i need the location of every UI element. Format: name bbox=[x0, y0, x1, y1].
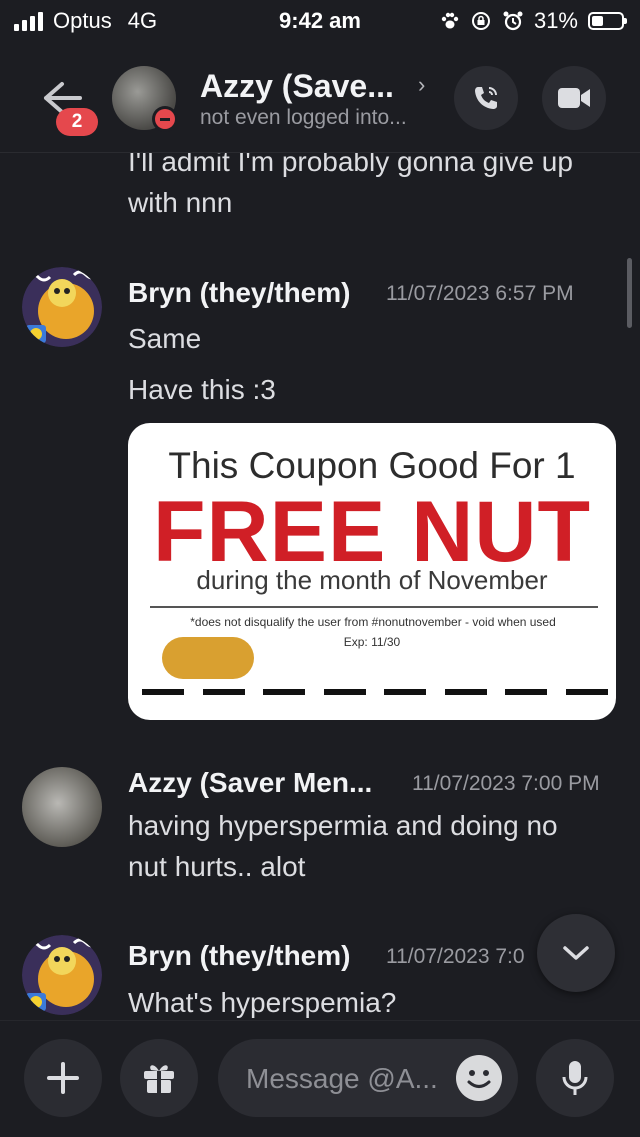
battery-icon bbox=[588, 12, 627, 30]
peanut-icon bbox=[162, 637, 254, 679]
plus-icon bbox=[47, 1062, 79, 1094]
coupon-heading: This Coupon Good For 1 bbox=[168, 445, 576, 486]
chat-header: 2 Azzy (Save... › not even logged into..… bbox=[0, 44, 640, 153]
rotation-lock-icon bbox=[471, 12, 490, 30]
message-input[interactable]: Message @A... bbox=[218, 1039, 518, 1117]
paw-icon bbox=[441, 12, 459, 29]
gift-button[interactable] bbox=[120, 1039, 198, 1117]
chevron-right-icon[interactable]: › bbox=[418, 72, 425, 98]
alarm-icon bbox=[503, 11, 523, 31]
avatar[interactable] bbox=[22, 267, 102, 347]
message-line: Have this :3 bbox=[128, 374, 276, 405]
message-timestamp: 11/07/2023 7:00 PM bbox=[412, 772, 600, 795]
jump-to-latest-button[interactable] bbox=[537, 914, 615, 992]
message-line: nut hurts.. alot bbox=[128, 851, 306, 882]
attach-button[interactable] bbox=[24, 1039, 102, 1117]
message-placeholder: Message @A... bbox=[246, 1063, 438, 1094]
message-line: with nnn bbox=[128, 187, 233, 218]
message-list[interactable]: I'll admit I'm probably gonna give up wi… bbox=[0, 153, 640, 1020]
composer: Message @A... bbox=[0, 1020, 640, 1137]
voice-message-button[interactable] bbox=[536, 1039, 614, 1117]
scrollbar[interactable] bbox=[627, 258, 632, 328]
emoji-icon[interactable] bbox=[456, 1055, 502, 1101]
message-timestamp: 11/07/2023 6:57 PM bbox=[386, 282, 574, 305]
message-author[interactable]: Azzy (Saver Men... bbox=[128, 767, 372, 799]
gift-icon bbox=[144, 1065, 174, 1093]
image-attachment[interactable]: This Coupon Good For 1 FREE NUT during t… bbox=[128, 423, 616, 720]
battery-percent: 31% bbox=[533, 8, 578, 33]
dnd-status-icon bbox=[152, 106, 178, 132]
call-button[interactable] bbox=[454, 66, 518, 130]
chat-title[interactable]: Azzy (Save... bbox=[200, 68, 394, 105]
message-line: I'll admit I'm probably gonna give up bbox=[128, 153, 573, 177]
cut-line bbox=[142, 689, 608, 695]
phone-icon bbox=[475, 87, 497, 109]
message-author[interactable]: Bryn (they/them) bbox=[128, 277, 350, 309]
custom-status: not even logged into... bbox=[200, 106, 407, 129]
microphone-icon bbox=[562, 1061, 588, 1095]
chevron-down-icon bbox=[563, 946, 589, 960]
divider bbox=[150, 606, 598, 608]
message-line: Same bbox=[128, 323, 202, 354]
status-bar: Optus 4G 9:42 am 31% bbox=[0, 0, 640, 42]
bryn-avatar-art bbox=[22, 935, 102, 1015]
message-author[interactable]: Bryn (they/them) bbox=[128, 940, 350, 972]
message-line: having hyperspermia and doing no bbox=[128, 810, 558, 841]
bryn-avatar-art bbox=[22, 267, 102, 347]
video-icon bbox=[558, 88, 590, 108]
video-call-button[interactable] bbox=[542, 66, 606, 130]
avatar[interactable] bbox=[22, 767, 102, 847]
coupon-fineprint: *does not disqualify the user from #nonu… bbox=[190, 615, 556, 629]
unread-badge: 2 bbox=[56, 108, 98, 136]
message-line: What's hyperspemia? bbox=[128, 987, 397, 1018]
coupon-subtitle: during the month of November bbox=[196, 565, 548, 595]
avatar[interactable] bbox=[22, 935, 102, 1015]
message-timestamp: 11/07/2023 7:0 bbox=[386, 945, 525, 968]
